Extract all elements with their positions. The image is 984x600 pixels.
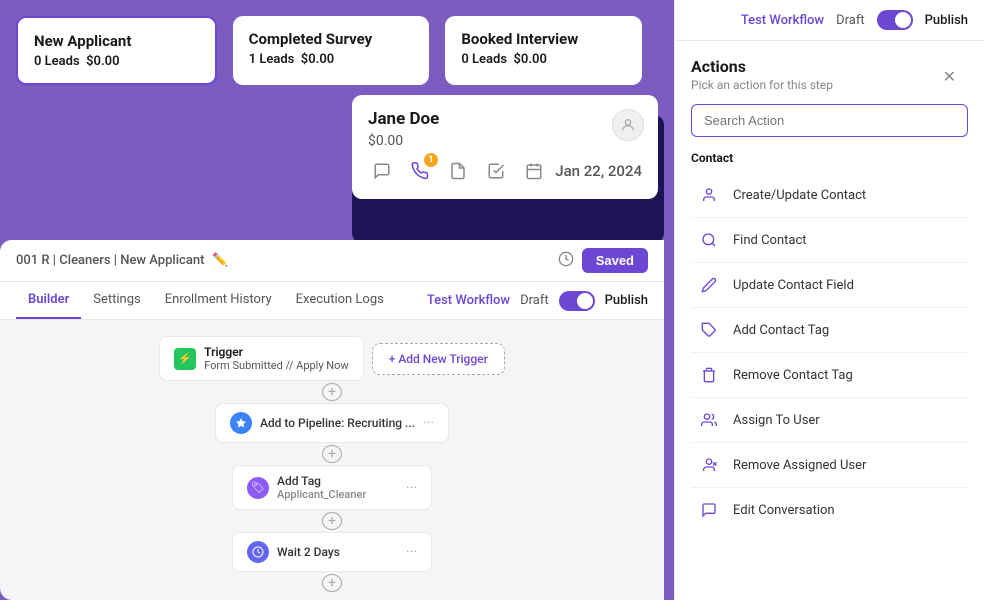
trigger-info: Trigger Form Submitted // Apply Now bbox=[204, 345, 349, 372]
step-menu-tag[interactable]: ··· bbox=[406, 480, 417, 496]
pipeline-card-title: Completed Survey bbox=[249, 30, 414, 48]
actions-panel: Actions ✕ Pick an action for this step C… bbox=[675, 41, 984, 600]
contact-section-title: Contact bbox=[691, 151, 968, 165]
workflow-header: 001 R | Cleaners | New Applicant ✏️ Save… bbox=[0, 240, 664, 282]
contact-actions-row: Jan 22, 2024 bbox=[368, 157, 642, 185]
document-icon[interactable] bbox=[444, 157, 472, 185]
action-edit-conversation[interactable]: Edit Conversation bbox=[691, 488, 968, 532]
action-label: Add Contact Tag bbox=[733, 323, 829, 338]
plus-button-1[interactable]: + bbox=[322, 383, 342, 401]
action-remove-contact-tag[interactable]: Remove Contact Tag bbox=[691, 353, 968, 398]
step-wait[interactable]: Wait 2 Days ··· bbox=[232, 532, 432, 572]
plus-button-3[interactable]: + bbox=[322, 512, 342, 530]
contact-name: Jane Doe bbox=[368, 109, 642, 129]
step-icon-wait bbox=[247, 541, 269, 563]
step-text-wait: Wait 2 Days bbox=[277, 545, 398, 559]
step-menu-pipeline[interactable]: ··· bbox=[423, 415, 434, 431]
tabs-right: Test Workflow Draft Publish bbox=[427, 291, 648, 311]
action-items-list: Create/Update Contact Find Contact Updat… bbox=[691, 173, 968, 532]
phone-icon[interactable] bbox=[406, 157, 434, 185]
action-label: Edit Conversation bbox=[733, 503, 835, 518]
pipeline-card-booked-interview[interactable]: Booked Interview 0 Leads $0.00 bbox=[445, 16, 642, 85]
step-text-tag: Add Tag Applicant_Cleaner bbox=[277, 474, 398, 501]
right-panel: Test Workflow Draft Publish Actions ✕ Pi… bbox=[674, 0, 984, 600]
publish-label: Publish bbox=[605, 293, 648, 308]
action-label: Assign To User bbox=[733, 413, 820, 428]
edit-conversation-icon bbox=[695, 496, 723, 524]
add-trigger-button[interactable]: + Add New Trigger bbox=[372, 343, 505, 375]
step-menu-wait[interactable]: ··· bbox=[406, 544, 417, 560]
test-workflow-button[interactable]: Test Workflow bbox=[427, 293, 510, 308]
trigger-icon: ⚡ bbox=[174, 348, 196, 370]
plus-button-2[interactable]: + bbox=[322, 445, 342, 463]
header-icons: Saved bbox=[558, 248, 648, 273]
pipeline-card-new-applicant[interactable]: New Applicant 0 Leads $0.00 bbox=[16, 16, 217, 85]
tab-builder[interactable]: Builder bbox=[16, 282, 81, 319]
action-label: Update Contact Field bbox=[733, 278, 854, 293]
action-create-update-contact[interactable]: Create/Update Contact bbox=[691, 173, 968, 218]
add-contact-tag-icon bbox=[695, 316, 723, 344]
saved-button[interactable]: Saved bbox=[582, 248, 648, 273]
action-assign-to-user[interactable]: Assign To User bbox=[691, 398, 968, 443]
assign-to-user-icon bbox=[695, 406, 723, 434]
edit-icon[interactable]: ✏️ bbox=[212, 253, 228, 268]
workflow-area: 001 R | Cleaners | New Applicant ✏️ Save… bbox=[0, 240, 664, 600]
step-icon-tag: 🏷 bbox=[247, 477, 269, 499]
calendar-icon[interactable] bbox=[520, 157, 548, 185]
action-remove-assigned-user[interactable]: Remove Assigned User bbox=[691, 443, 968, 488]
draft-label: Draft bbox=[520, 293, 549, 308]
action-label: Remove Assigned User bbox=[733, 458, 866, 473]
contact-date: Jan 22, 2024 bbox=[555, 162, 642, 180]
step-icon-pipeline bbox=[230, 412, 252, 434]
action-label: Find Contact bbox=[733, 233, 807, 248]
clock-icon[interactable] bbox=[558, 251, 574, 271]
action-label: Create/Update Contact bbox=[733, 188, 866, 203]
pipeline-card-completed-survey[interactable]: Completed Survey 1 Leads $0.00 bbox=[233, 16, 430, 85]
find-contact-icon bbox=[695, 226, 723, 254]
message-icon[interactable] bbox=[368, 157, 396, 185]
pipeline-card-stats: 1 Leads $0.00 bbox=[249, 52, 414, 67]
step-text-pipeline: Add to Pipeline: Recruiting ... bbox=[260, 416, 415, 430]
plus-button-4[interactable]: + bbox=[322, 574, 342, 592]
step-add-to-pipeline[interactable]: Add to Pipeline: Recruiting ... ··· bbox=[215, 403, 449, 443]
pipeline-cards-container: New Applicant 0 Leads $0.00 Completed Su… bbox=[0, 0, 984, 85]
update-contact-field-icon bbox=[695, 271, 723, 299]
workflow-tabs: Builder Settings Enrollment History Exec… bbox=[0, 282, 664, 320]
remove-contact-tag-icon bbox=[695, 361, 723, 389]
pipeline-card-stats: 0 Leads $0.00 bbox=[34, 54, 199, 69]
pipeline-card-title: Booked Interview bbox=[461, 30, 626, 48]
action-label: Remove Contact Tag bbox=[733, 368, 853, 383]
trigger-row: ⚡ Trigger Form Submitted // Apply Now + … bbox=[159, 336, 505, 381]
contact-icons bbox=[368, 157, 548, 185]
step-add-tag[interactable]: 🏷 Add Tag Applicant_Cleaner ··· bbox=[232, 465, 432, 510]
pipeline-card-title: New Applicant bbox=[34, 32, 199, 50]
action-find-contact[interactable]: Find Contact bbox=[691, 218, 968, 263]
action-update-contact-field[interactable]: Update Contact Field bbox=[691, 263, 968, 308]
task-icon[interactable] bbox=[482, 157, 510, 185]
remove-assigned-user-icon bbox=[695, 451, 723, 479]
tab-settings[interactable]: Settings bbox=[81, 282, 152, 319]
avatar[interactable] bbox=[612, 109, 644, 141]
contact-amount: $0.00 bbox=[368, 133, 642, 149]
tab-execution-logs[interactable]: Execution Logs bbox=[284, 282, 396, 319]
tab-enrollment-history[interactable]: Enrollment History bbox=[153, 282, 284, 319]
contact-card: Jane Doe $0.00 Jan 22, 2024 bbox=[352, 95, 658, 199]
publish-toggle[interactable] bbox=[559, 291, 595, 311]
create-update-contact-icon bbox=[695, 181, 723, 209]
workflow-title: 001 R | Cleaners | New Applicant bbox=[16, 253, 204, 268]
workflow-canvas: ⚡ Trigger Form Submitted // Apply Now + … bbox=[0, 320, 664, 592]
action-add-contact-tag[interactable]: Add Contact Tag bbox=[691, 308, 968, 353]
search-action-input[interactable] bbox=[691, 104, 968, 137]
tabs-left: Builder Settings Enrollment History Exec… bbox=[16, 282, 396, 319]
pipeline-card-stats: 0 Leads $0.00 bbox=[461, 52, 626, 67]
trigger-box[interactable]: ⚡ Trigger Form Submitted // Apply Now bbox=[159, 336, 364, 381]
